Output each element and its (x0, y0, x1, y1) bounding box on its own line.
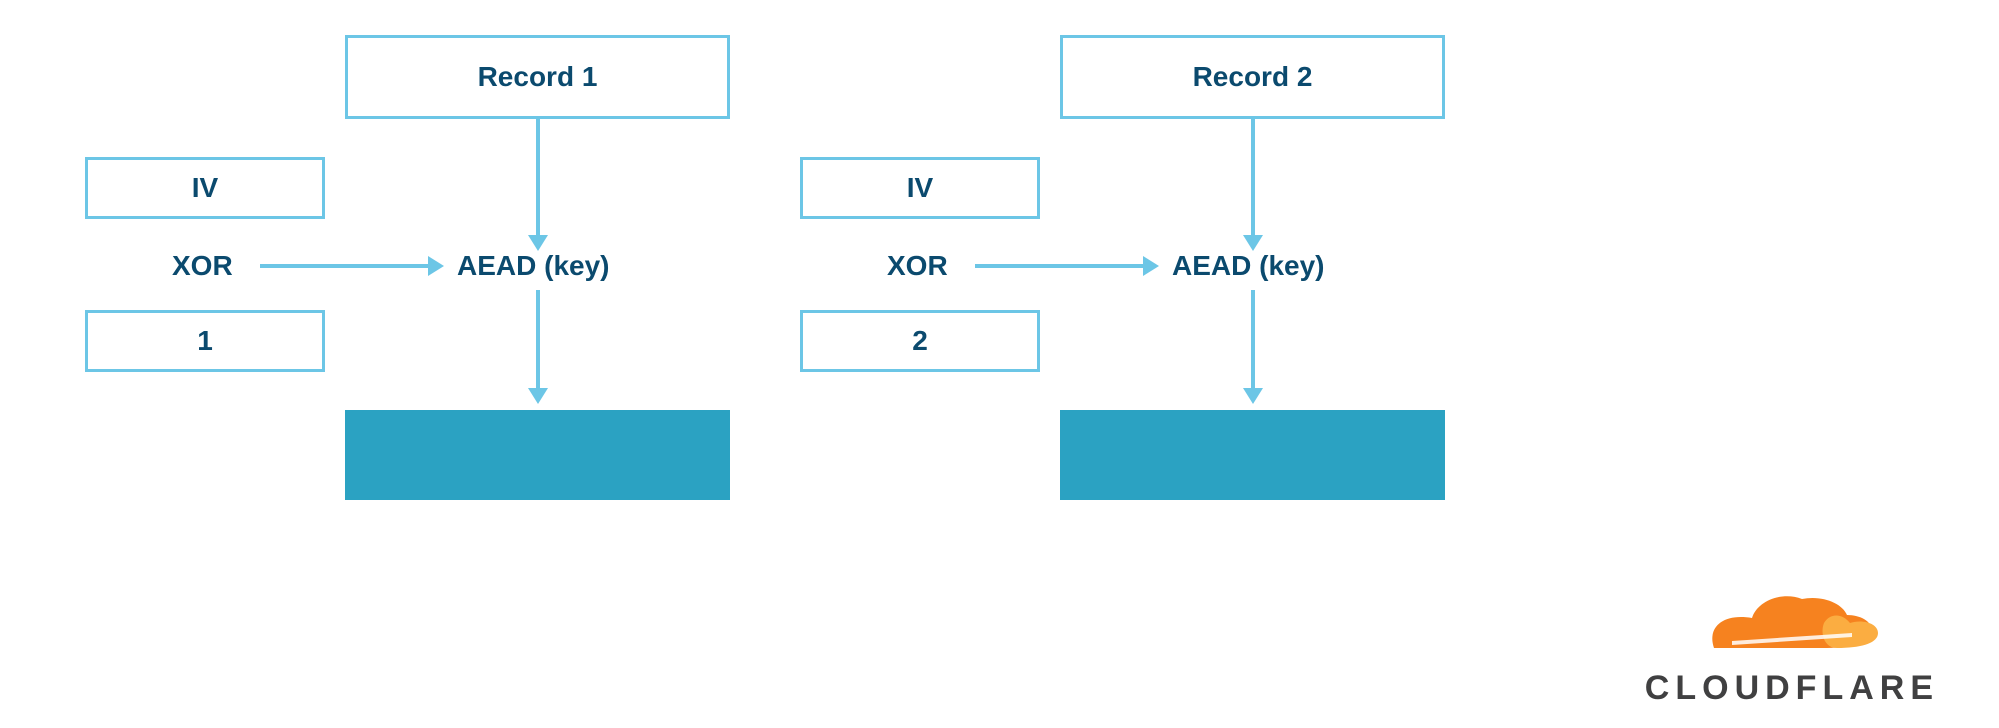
arrow-xor-to-aead-2 (1143, 256, 1159, 276)
xor-label-2: XOR (887, 250, 948, 282)
xor-label-1: XOR (172, 250, 233, 282)
record-label-2: Record 2 (1193, 61, 1313, 93)
iv-label-1: IV (192, 172, 218, 204)
cloudflare-logo-text: CLOUDFLARE (1645, 669, 1939, 708)
aead-label-2: AEAD (key) (1172, 250, 1324, 282)
arrow-xor-to-aead-1 (428, 256, 444, 276)
arrow-record-to-aead-2 (1243, 235, 1263, 251)
iv-box-1: IV (85, 157, 325, 219)
record-box-2: Record 2 (1060, 35, 1445, 119)
line-aead-to-output-2 (1251, 290, 1255, 390)
line-xor-to-aead-2 (975, 264, 1145, 268)
arrow-aead-to-output-2 (1243, 388, 1263, 404)
counter-box-1: 1 (85, 310, 325, 372)
cloudflare-logo: CLOUDFLARE (1645, 593, 1939, 708)
line-record-to-aead-2 (1251, 119, 1255, 237)
record-box-1: Record 1 (345, 35, 730, 119)
arrow-record-to-aead-1 (528, 235, 548, 251)
iv-label-2: IV (907, 172, 933, 204)
counter-label-2: 2 (912, 325, 928, 357)
counter-label-1: 1 (197, 325, 213, 357)
line-aead-to-output-1 (536, 290, 540, 390)
line-record-to-aead-1 (536, 119, 540, 237)
line-xor-to-aead-1 (260, 264, 430, 268)
iv-box-2: IV (800, 157, 1040, 219)
output-box-1 (345, 410, 730, 500)
output-box-2 (1060, 410, 1445, 500)
cloudflare-cloud-icon (1702, 593, 1882, 663)
counter-box-2: 2 (800, 310, 1040, 372)
aead-label-1: AEAD (key) (457, 250, 609, 282)
arrow-aead-to-output-1 (528, 388, 548, 404)
record-label-1: Record 1 (478, 61, 598, 93)
